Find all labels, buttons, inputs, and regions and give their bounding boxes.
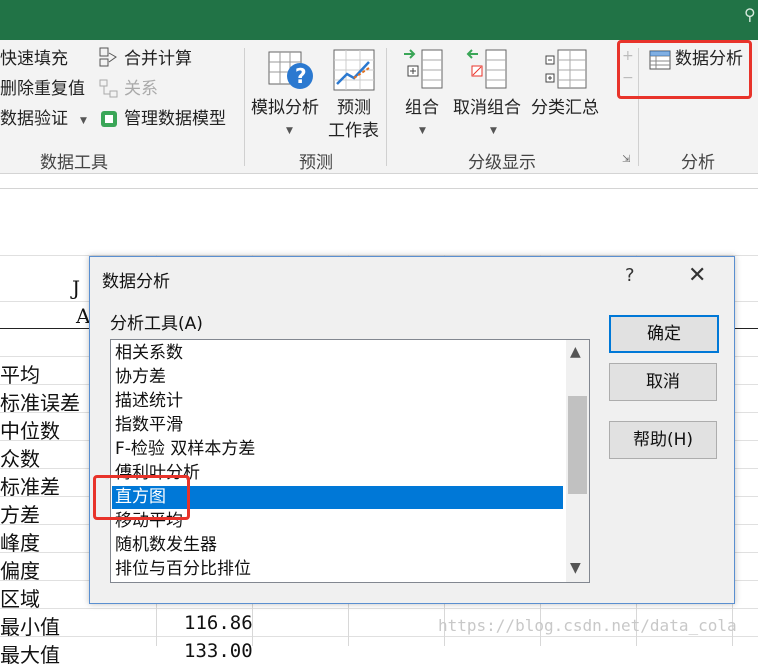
ungroup-dropdown-icon[interactable]: ▼ <box>490 126 497 136</box>
column-header-cell: J <box>72 276 81 300</box>
ribbon-separator <box>244 48 245 166</box>
outline-dialog-launcher-icon[interactable]: ⇲ <box>622 154 630 165</box>
list-item[interactable]: 排位与百分比排位 <box>115 558 563 581</box>
watermark: https://blog.csdn.net/data_cola <box>438 616 737 635</box>
scroll-down-icon[interactable]: ▼ <box>570 560 581 576</box>
forecast-sheet-line1[interactable]: 预测 <box>337 97 371 119</box>
what-if-analysis-icon: ? <box>268 51 313 89</box>
relationships-icon <box>99 79 118 98</box>
list-item[interactable]: 相关系数 <box>115 342 563 365</box>
outline-group-label: 分级显示 <box>468 153 536 173</box>
flash-fill-button[interactable]: 快速填充 <box>0 48 68 70</box>
list-item[interactable]: 指数平滑 <box>115 414 563 437</box>
ungroup-button[interactable]: 取消组合 <box>453 97 521 119</box>
dialog-help-icon[interactable]: ? <box>625 265 635 286</box>
row-label-minimum: 最小值 <box>0 615 60 639</box>
minimum-value-cell[interactable]: 116.86 <box>184 612 253 634</box>
analysis-tools-listbox[interactable]: 相关系数 协方差 描述统计 指数平滑 F-检验 双样本方差 傅利叶分析 直方图 … <box>110 339 590 583</box>
manage-data-model-button[interactable]: 管理数据模型 <box>124 108 226 130</box>
ribbon-separator <box>386 48 387 166</box>
highlight-box-data-analysis <box>617 40 752 99</box>
forecast-sheet-line2[interactable]: 工作表 <box>328 120 379 142</box>
list-item[interactable]: 协方差 <box>115 366 563 389</box>
svg-text:?: ? <box>295 64 307 88</box>
relationships-button[interactable]: 关系 <box>124 78 158 100</box>
data-validation-dropdown-icon[interactable]: ▼ <box>80 116 87 126</box>
subtotal-button[interactable]: 分类汇总 <box>531 97 599 119</box>
gridline <box>0 636 758 637</box>
dialog-close-icon[interactable]: ✕ <box>688 263 706 288</box>
ungroup-icon <box>466 49 507 89</box>
help-button[interactable]: 帮助(H) <box>609 421 717 459</box>
subtotal-icon <box>545 49 587 89</box>
data-analysis-dialog: 数据分析 ? ✕ 分析工具(A) 相关系数 协方差 描述统计 指数平滑 F-检验… <box>89 256 735 604</box>
title-bar: ⚲ <box>0 0 758 40</box>
scrollbar-thumb[interactable] <box>568 396 587 494</box>
forecast-sheet-icon <box>333 49 375 91</box>
list-item[interactable]: 随机数发生器 <box>115 534 563 557</box>
data-model-icon <box>101 111 117 127</box>
cancel-button[interactable]: 取消 <box>609 363 717 401</box>
row-label-standard-deviation: 标准差 <box>0 475 60 499</box>
consolidate-button[interactable]: 合并计算 <box>124 48 192 70</box>
group-icon <box>404 49 443 89</box>
consolidate-icon <box>99 47 117 67</box>
analysis-tools-label: 分析工具(A) <box>110 314 203 334</box>
row-label-standard-error: 标准误差 <box>0 391 80 415</box>
listbox-scrollbar[interactable]: ▲ ▼ <box>566 340 589 582</box>
row-label-maximum: 最大值 <box>0 643 60 667</box>
formula-bar-divider <box>0 188 758 189</box>
row-label-skewness: 偏度 <box>0 559 40 583</box>
remove-duplicates-button[interactable]: 删除重复值 <box>0 78 85 100</box>
highlight-box-histogram <box>93 475 190 520</box>
list-item[interactable]: 描述统计 <box>115 390 563 413</box>
row-label-kurtosis: 峰度 <box>0 531 40 555</box>
scroll-up-icon[interactable]: ▲ <box>570 344 581 360</box>
row-label-mode: 众数 <box>0 447 40 471</box>
row-label-variance: 方差 <box>0 503 40 527</box>
data-validation-button[interactable]: 数据验证 <box>0 108 68 130</box>
analysis-group-label: 分析 <box>681 153 715 173</box>
data-tools-group-label: 数据工具 <box>40 153 108 173</box>
what-if-analysis-button[interactable]: 模拟分析 <box>251 97 319 119</box>
gridline <box>0 608 758 609</box>
maximum-value-cell[interactable]: 133.00 <box>184 640 253 662</box>
forecast-group-label: 预测 <box>299 153 333 173</box>
list-item[interactable]: F-检验 双样本方差 <box>115 438 563 461</box>
row-label-median: 中位数 <box>0 419 60 443</box>
ok-button[interactable]: 确定 <box>609 315 719 353</box>
group-dropdown-icon[interactable]: ▼ <box>419 126 426 136</box>
row-label-range: 区域 <box>0 587 40 611</box>
what-if-dropdown-icon[interactable]: ▼ <box>286 126 293 136</box>
account-icon[interactable]: ⚲ <box>744 6 758 24</box>
group-button[interactable]: 组合 <box>405 97 439 119</box>
row-label-mean: 平均 <box>0 363 40 387</box>
dialog-title: 数据分析 <box>102 272 170 292</box>
